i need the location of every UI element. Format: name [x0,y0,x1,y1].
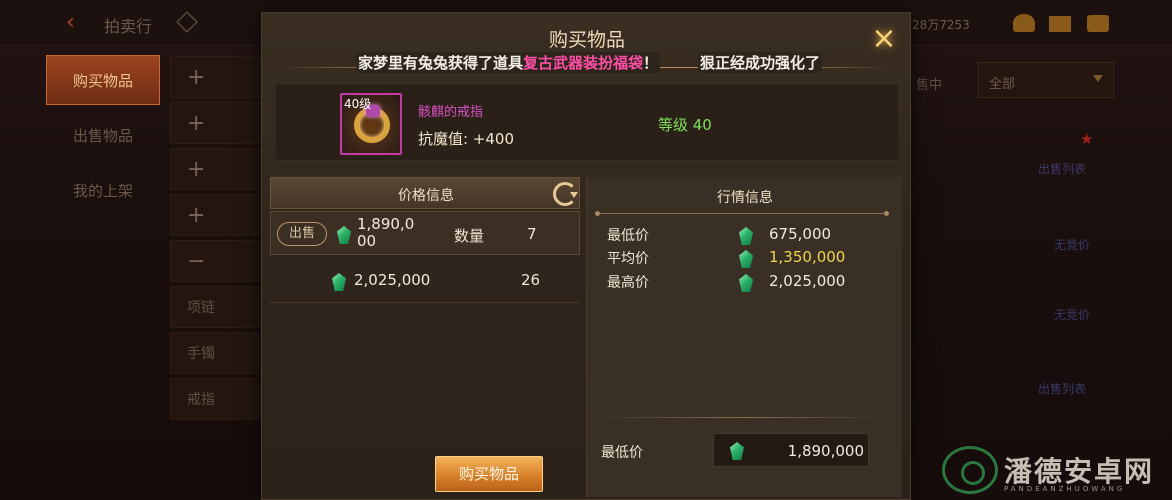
market-row-avg: 平均价 1,350,000 [607,248,887,270]
news-ticker: 家梦里有兔兔获得了道具复古武器装扮福袋！ 狠正经成功强化了 [280,51,892,75]
listing-status: 无竞价 [1054,308,1091,322]
currency-display: 28万7253 [912,18,970,32]
chat-icon[interactable] [1087,15,1109,32]
diamond-currency-icon [332,273,346,291]
listing-status: 无竞价 [1054,238,1091,252]
market-value: 2,025,000 [769,272,846,290]
quantity-label: 数量 [454,227,485,245]
buy-button[interactable]: 购买物品 [435,456,543,492]
category-list: + + + + − 项链 手镯 戒指 [170,56,262,424]
news-item-name: 复古武器装扮福袋 [523,54,644,72]
category-collapse[interactable]: − [170,240,262,282]
filter-label: 售中 [916,78,943,93]
news-prefix: 家梦里有兔兔获得了道具 [358,54,524,72]
chevron-down-icon [1093,75,1103,82]
price-info-header: 价格信息 [270,177,580,209]
quantity-value: 26 [521,271,541,289]
diamond-currency-icon [739,274,753,292]
category-necklace[interactable]: 项链 [170,286,262,328]
min-price-value: 1,890,000 [787,442,864,460]
item-level-badge: 40级 [344,97,372,111]
min-price-label: 最低价 [601,445,643,461]
diamond-currency-icon [739,227,753,245]
listing-status: 出售列表 [1038,382,1087,396]
price-value: 1,890,000 [357,215,415,250]
category-expand[interactable]: + [170,194,262,236]
price-row[interactable]: 出售 1,890,000 数量 7 [270,211,580,255]
refresh-icon[interactable] [553,182,578,206]
category-expand[interactable]: + [170,148,262,190]
market-label: 最高价 [607,275,649,291]
listing-status: 出售列表 [1038,162,1087,176]
tab-my-listings[interactable]: 我的上架 [46,165,160,215]
market-row-min: 最低价 675,000 [607,225,887,247]
left-tabs: 购买物品 出售物品 我的上架 [46,55,160,220]
buy-item-dialog: 购买物品 × 家梦里有兔兔获得了道具复古武器装扮福袋！ 狠正经成功强化了 40级… [261,12,911,500]
price-value: 2,025,000 [354,271,431,289]
item-name: 骸麒的戒指 [418,105,484,120]
mail-icon[interactable] [1049,16,1071,32]
min-price-field: 1,890,000 [713,433,869,467]
divider [597,417,887,418]
news-message: 家梦里有兔兔获得了道具复古武器装扮福袋！ [356,52,661,73]
category-expand[interactable]: + [170,102,262,144]
market-info-panel: 行情信息 最低价 675,000 平均价 1,350,000 最高价 2,025… [586,177,902,497]
item-level: 等级 40 [658,116,712,134]
category-expand[interactable]: + [170,56,262,98]
price-info-panel: 价格信息 出售 1,890,000 数量 7 2,025,000 26 [270,177,582,477]
diamond-currency-icon [739,250,753,268]
market-label: 平均价 [607,251,649,267]
market-label: 最低价 [607,228,649,244]
watermark-text: 潘德安卓网 [1004,455,1155,488]
news-suffix: ！ [643,54,659,72]
tab-buy[interactable]: 购买物品 [46,55,160,105]
watermark-subtext: PANDEANZHUOWANG [1004,485,1126,493]
shop-icon[interactable] [1013,14,1035,32]
market-value: 675,000 [769,225,832,243]
divider [595,211,889,216]
category-ring[interactable]: 戒指 [170,378,262,420]
back-arrow-icon[interactable]: ‹ [66,10,75,35]
diamond-currency-icon [337,226,351,244]
star-icon: ★ [1080,130,1094,148]
filter-dropdown[interactable]: 全部 [978,62,1114,98]
dialog-title: 购买物品 [548,29,625,51]
news-message-2: 狠正经成功强化了 [698,52,823,73]
sell-tag: 出售 [277,222,327,246]
category-bracelet[interactable]: 手镯 [170,332,262,374]
page-title: 拍卖行 [104,17,153,36]
price-info-title: 价格信息 [398,188,454,204]
diamond-currency-icon [730,442,744,460]
filter-value: 全部 [989,77,1016,92]
price-row[interactable]: 2,025,000 26 [270,257,580,303]
item-icon-slot[interactable]: 40级 [340,93,402,155]
market-row-max: 最高价 2,025,000 [607,272,887,294]
item-summary: 40级 骸麒的戒指 抗魔值: +400 等级 40 [276,83,898,161]
market-info-title: 行情信息 [717,190,773,206]
tab-sell[interactable]: 出售物品 [46,110,160,160]
quantity-value: 7 [527,225,537,243]
market-value: 1,350,000 [769,248,846,266]
watermark-logo-icon [942,446,998,494]
item-stat: 抗魔值: +400 [418,130,515,148]
